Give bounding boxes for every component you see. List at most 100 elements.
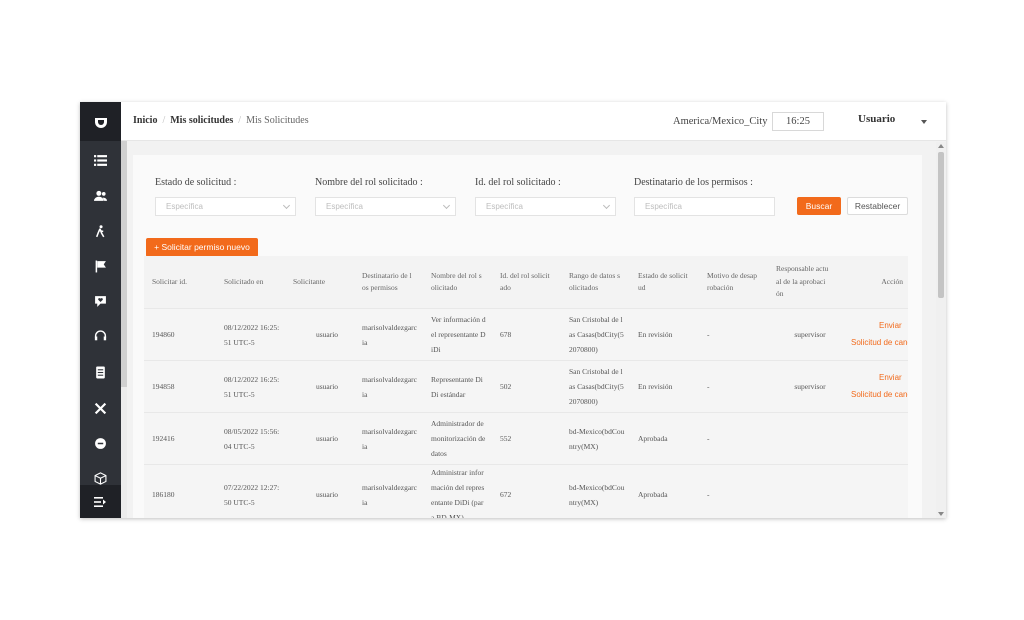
data-range-cell: San Cristobal de l as Casas(bdCity(5 207… — [569, 367, 624, 406]
content-scrollbar[interactable] — [936, 142, 946, 518]
reset-button[interactable]: Restablecer — [847, 197, 908, 215]
sidebar-scrollbar-thumb[interactable] — [121, 141, 127, 387]
request-status-cell: Aprobada — [638, 490, 668, 499]
column-header: Solicitado en — [224, 276, 264, 286]
current-approver-cell: supervisor — [794, 382, 826, 391]
table-row[interactable]: 194860 08/12/2022 16:25: 51 UTC-5 usuario m… — [144, 308, 908, 360]
recipient-cell: marisolvaldezgarc ia — [362, 322, 417, 347]
walking-person-icon[interactable] — [80, 219, 121, 243]
rejection-reason-cell: - — [707, 434, 710, 443]
app-window: Inicio / Mis solicitudes / Mis Solicitudes A… — [80, 102, 946, 518]
heart-chat-icon[interactable] — [80, 289, 121, 313]
role-id-cell: 552 — [500, 434, 512, 443]
column-header: Estado de solicit ud — [638, 270, 688, 293]
data-range-cell: bd-Mexico(bdCou ntry(MX) — [569, 426, 625, 451]
rejection-reason-cell: - — [707, 490, 710, 499]
current-approver-cell — [776, 465, 844, 518]
recipient-cell: marisolvaldezgarc ia — [362, 426, 417, 451]
scroll-down-icon[interactable] — [938, 512, 944, 516]
requester-cell: usuario — [315, 330, 339, 339]
breadcrumb-separator: / — [238, 115, 242, 126]
request-date-cell: 08/05/2022 15:56: 04 UTC-5 — [224, 426, 280, 451]
request-status-cell: En revisión — [638, 330, 673, 339]
request-date-cell: 08/12/2022 16:25: 51 UTC-5 — [224, 322, 280, 347]
send-link[interactable]: Enviar — [879, 321, 902, 330]
scroll-up-icon[interactable] — [938, 144, 944, 148]
requests-panel: Estado de solicitud : Nombre del rol sol… — [133, 155, 922, 518]
role-name-cell: Administrador de monitorización de datos — [431, 419, 486, 458]
table-row[interactable]: 186180 07/22/2022 12:27: 50 UTC-5 usuario m… — [144, 464, 908, 518]
column-header: Acción — [881, 276, 903, 286]
request-id-cell: 194860 — [152, 330, 175, 339]
column-header: Solicitar id. — [152, 276, 187, 286]
request-status-cell: En revisión — [638, 382, 673, 391]
request-id-cell: 186180 — [152, 490, 175, 499]
breadcrumb: Inicio / Mis solicitudes / Mis Solicitudes — [133, 115, 309, 126]
headset-icon[interactable] — [80, 324, 121, 348]
breadcrumb-requests[interactable]: Mis solicitudes — [170, 115, 233, 126]
sidebar — [80, 102, 121, 518]
search-button[interactable]: Buscar — [797, 197, 841, 215]
tools-icon[interactable] — [80, 396, 121, 420]
current-approver-cell: supervisor — [794, 330, 826, 339]
table-row[interactable]: 194858 08/12/2022 16:25: 51 UTC-5 usuario m… — [144, 360, 908, 412]
column-header: Destinatario de l os permisos — [362, 270, 412, 293]
recipient-cell: marisolvaldezgarc ia — [362, 374, 417, 399]
new-request-button[interactable]: + Solicitar permiso nuevo — [146, 238, 258, 257]
user-menu[interactable]: Usuario — [858, 113, 895, 125]
table-header: Solicitar id. Solicitado en Solicitante Des… — [144, 256, 908, 308]
role-id-select[interactable]: Específica — [475, 197, 616, 216]
column-header: Responsable actu al de la aprobaci ón — [776, 264, 829, 299]
data-range-cell: bd-Mexico(bdCou ntry(MX) — [569, 482, 625, 507]
recipient-cell: marisolvaldezgarc ia — [362, 482, 417, 507]
role-id-select-placeholder: Específica — [486, 202, 523, 211]
timezone-label[interactable]: America/Mexico_City — [673, 116, 767, 127]
status-select[interactable]: Específica — [155, 197, 296, 216]
content-scrollbar-thumb[interactable] — [938, 152, 944, 298]
document-icon[interactable] — [80, 360, 121, 384]
role-name-select-placeholder: Específica — [326, 202, 363, 211]
flag-icon[interactable] — [80, 254, 121, 278]
status-select-placeholder: Específica — [166, 202, 203, 211]
rejection-reason-cell: - — [707, 382, 710, 391]
request-date-cell: 08/12/2022 16:25: 51 UTC-5 — [224, 374, 280, 399]
list-icon[interactable] — [80, 148, 121, 172]
request-status-cell: Aprobada — [638, 434, 668, 443]
request-id-cell: 192416 — [152, 434, 175, 443]
circle-icon[interactable] — [80, 431, 121, 455]
request-id-cell: 194858 — [152, 382, 175, 391]
role-name-cell: Ver información d el representante D iDi — [431, 315, 486, 354]
column-header: Rango de datos s olicitados — [569, 270, 621, 293]
top-header: Inicio / Mis solicitudes / Mis Solicitudes A… — [121, 102, 946, 141]
request-date-cell: 07/22/2022 12:27: 50 UTC-5 — [224, 482, 280, 507]
chevron-down-icon — [442, 201, 451, 210]
column-header: Motivo de desap robación — [707, 270, 757, 293]
collapse-menu-icon[interactable] — [80, 485, 121, 518]
table-row[interactable]: 192416 08/05/2022 15:56: 04 UTC-5 usuario m… — [144, 412, 908, 464]
cancel-request-link[interactable]: Solicitud de cancelación — [851, 390, 908, 399]
role-id-cell: 672 — [500, 490, 512, 499]
data-range-cell: San Cristobal de l as Casas(bdCity(5 207… — [569, 315, 624, 354]
current-approver-cell — [776, 413, 844, 464]
send-link[interactable]: Enviar — [879, 373, 902, 382]
breadcrumb-home[interactable]: Inicio — [133, 115, 157, 126]
recipient-input-placeholder: Específica — [645, 202, 682, 211]
users-icon[interactable] — [80, 183, 121, 207]
cancel-request-link[interactable]: Solicitud de cancelación — [851, 338, 908, 347]
table-body: 194860 08/12/2022 16:25: 51 UTC-5 usuario m… — [144, 308, 908, 518]
role-name-select[interactable]: Específica — [315, 197, 456, 216]
breadcrumb-separator: / — [162, 115, 166, 126]
chevron-down-icon[interactable] — [921, 120, 927, 124]
requester-cell: usuario — [315, 490, 339, 499]
role-name-cell: Administrar infor mación del repres enta… — [431, 467, 485, 519]
sidebar-scrollbar[interactable] — [121, 141, 127, 518]
role-name-cell: Representante Di Di estándar — [431, 374, 483, 399]
column-header: Solicitante — [293, 276, 326, 286]
requester-cell: usuario — [315, 382, 339, 391]
filter-label-role-id: Id. del rol solicitado : — [475, 177, 561, 188]
recipient-input[interactable]: Específica — [634, 197, 775, 216]
role-id-cell: 678 — [500, 330, 512, 339]
requester-cell: usuario — [315, 434, 339, 443]
logo-icon[interactable] — [80, 102, 121, 141]
column-header: Id. del rol solicit ado — [500, 270, 550, 293]
